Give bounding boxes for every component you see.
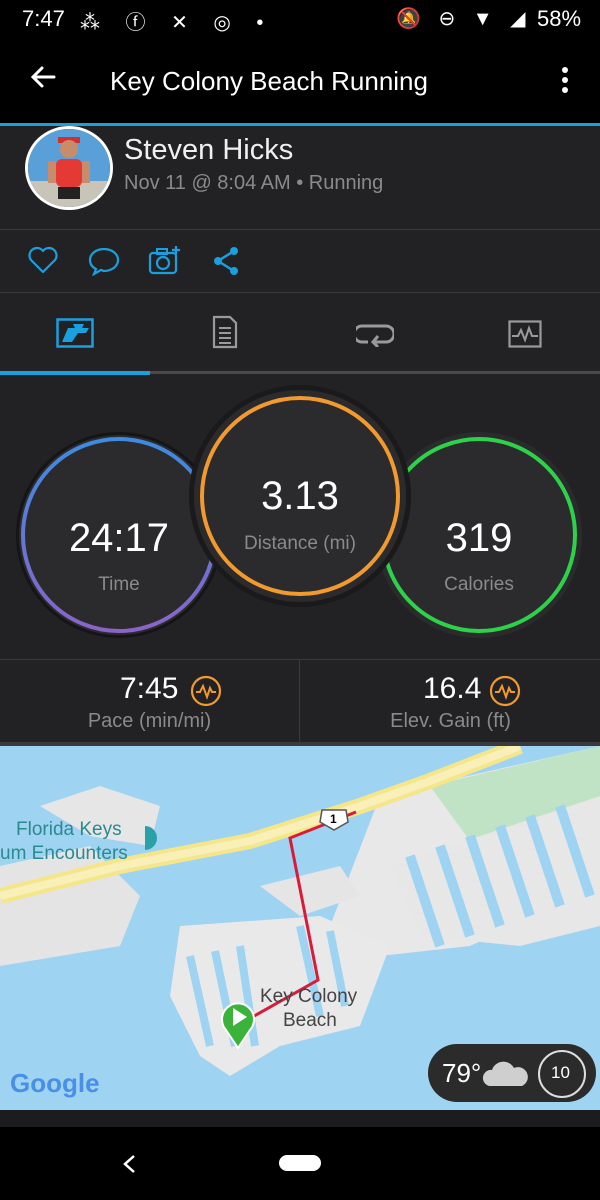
distance-label: Distance (mi) <box>244 533 356 554</box>
weather-widget[interactable]: 79° 10 <box>428 1044 596 1102</box>
tab-active-indicator <box>0 371 150 375</box>
details-icon <box>212 315 238 349</box>
app-bar: Key Colony Beach Running <box>0 38 600 123</box>
metric-divider <box>299 660 300 743</box>
avatar[interactable] <box>25 126 113 210</box>
back-arrow-icon[interactable] <box>28 62 58 92</box>
pace-chart-icon[interactable] <box>190 675 222 707</box>
wind-speed: 10 <box>551 1063 570 1082</box>
laps-icon <box>356 324 394 347</box>
system-nav-bar <box>0 1127 600 1200</box>
elevation-value: 16.4 <box>423 672 482 705</box>
elevation-label: Elev. Gain (ft) <box>390 710 511 732</box>
stats-icon <box>56 318 94 348</box>
place-label: Beach <box>283 1010 337 1031</box>
notification-icons: ⁂ ⓕ ✕ ◎ • <box>80 12 274 34</box>
poi-label: Florida Keys <box>16 819 122 840</box>
action-row <box>0 230 600 292</box>
calories-stat: 319 Calories <box>376 432 582 638</box>
activity-date-type: Nov 11 @ 8:04 AM • Running <box>124 172 384 194</box>
charts-icon <box>508 320 542 348</box>
tab-details[interactable] <box>150 293 300 373</box>
page-title: Key Colony Beach Running <box>110 66 428 96</box>
poi-label: um Encounters <box>0 843 128 864</box>
google-logo: Google <box>10 1068 100 1098</box>
activity-header: Steven Hicks Nov 11 @ 8:04 AM • Running <box>0 126 600 229</box>
home-pill[interactable] <box>279 1155 321 1171</box>
pace-metric: 7:45 Pace (min/mi) <box>0 660 299 743</box>
pace-value: 7:45 <box>120 672 179 705</box>
calories-value: 319 <box>445 516 513 560</box>
time-label: Time <box>98 574 140 595</box>
wind-icon: 10 <box>538 1050 586 1098</box>
place-label: Key Colony <box>260 986 358 1007</box>
status-bar: 7:47 ⁂ ⓕ ✕ ◎ • 🔕 ⊖ ▼ ◢ 58% <box>0 0 600 38</box>
system-icons: 🔕 ⊖ ▼ ◢ <box>396 8 532 30</box>
calories-label: Calories <box>444 574 514 595</box>
share-icon[interactable] <box>212 246 240 276</box>
cloud-icon <box>482 1061 528 1086</box>
distance-stat: 3.13 Distance (mi) <box>194 390 406 602</box>
distance-value: 3.13 <box>261 474 339 518</box>
tab-stats[interactable] <box>0 293 150 373</box>
highway-number: 1 <box>330 812 337 826</box>
add-photo-icon[interactable] <box>148 244 182 276</box>
like-icon[interactable] <box>28 246 58 274</box>
tab-bar <box>0 293 600 375</box>
elevation-metric: 16.4 Elev. Gain (ft) <box>301 660 600 743</box>
pace-label: Pace (min/mi) <box>87 710 212 732</box>
map-bottom-edge <box>0 1110 600 1127</box>
comment-icon[interactable] <box>88 246 120 276</box>
status-time: 7:47 <box>22 6 65 31</box>
time-stat: 24:17 Time <box>16 432 222 638</box>
tab-charts[interactable] <box>450 293 600 373</box>
metrics-row: 7:45 Pace (min/mi) 16.4 Elev. Gain (ft) <box>0 659 600 743</box>
nav-back-icon[interactable] <box>122 1154 136 1174</box>
elevation-chart-icon[interactable] <box>489 675 521 707</box>
user-name[interactable]: Steven Hicks <box>124 134 293 167</box>
battery-level: 58% <box>537 6 582 31</box>
more-vert-icon[interactable] <box>560 66 570 96</box>
time-value: 24:17 <box>68 516 170 560</box>
tab-laps[interactable] <box>300 293 450 373</box>
temperature: 79° <box>442 1058 482 1088</box>
